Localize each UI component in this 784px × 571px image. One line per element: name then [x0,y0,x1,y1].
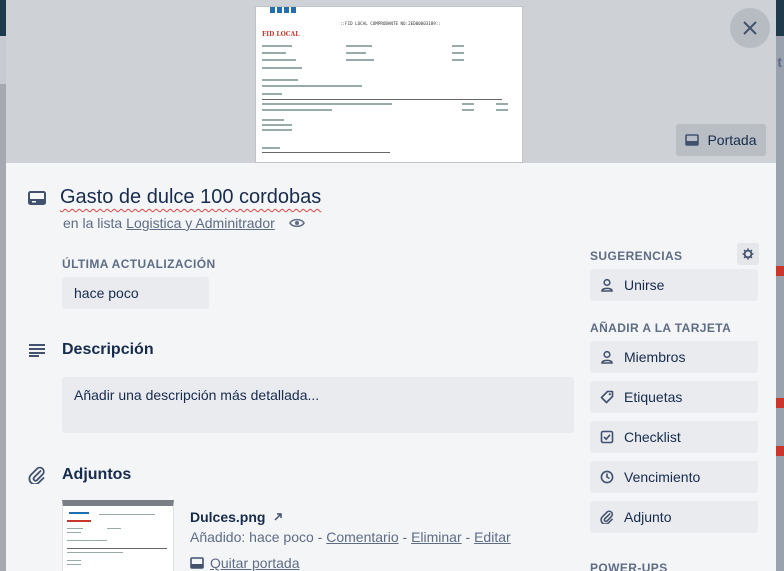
list-link[interactable]: Logistica y Adminitrador [126,215,275,231]
checklist-button[interactable]: Checklist [590,421,758,453]
attachment-name-row: Dulces.png [190,509,283,525]
members-label: Miembros [624,349,686,365]
remove-cover-link[interactable]: Quitar portada [210,555,300,571]
cover-button-label: Portada [707,132,757,148]
remove-cover-row: Quitar portada [190,555,300,571]
card-title[interactable]: Gasto de dulce 100 cordobas [60,186,321,209]
attachment-label: Adjunto [624,509,672,525]
list-prefix: en la lista [63,215,123,231]
paperclip-icon [600,510,614,524]
cover-image[interactable]: FID LOCAL ::FID LOCAL COMPROBANTE NO:2ED… [255,6,523,163]
due-date-button[interactable]: Vencimiento [590,461,758,493]
checklist-label: Checklist [624,429,681,445]
attachment-delete-link[interactable]: Eliminar [411,529,462,545]
join-label: Unirse [624,277,665,293]
description-lines-icon [29,344,45,357]
card-list-info: en la lista Logistica y Adminitrador [63,215,305,231]
tag-icon [600,390,614,404]
description-heading: Descripción [62,341,154,358]
labels-button[interactable]: Etiquetas [590,381,758,413]
last-update-value: hace poco [62,277,209,309]
join-button[interactable]: Unirse [590,269,758,301]
attachment-comment-link[interactable]: Comentario [326,529,398,545]
attachments-header: Adjuntos [28,466,131,484]
card-cover: FID LOCAL ::FID LOCAL COMPROBANTE NO:2ED… [6,0,776,163]
description-header: Descripción [28,341,154,359]
card-icon [685,134,700,146]
attachment-edit-link[interactable]: Editar [474,529,511,545]
attachment-button[interactable]: Adjunto [590,501,758,533]
card-icon [190,557,204,569]
checklist-icon [600,430,614,444]
due-date-label: Vencimiento [624,469,701,485]
paperclip-icon [28,466,45,484]
description-input[interactable]: Añadir una descripción más detallada... [62,377,574,433]
cover-button[interactable]: Portada [676,124,766,156]
external-arrow-icon[interactable] [273,512,283,522]
card-icon [28,190,46,205]
watch-button[interactable] [288,217,305,229]
doc-title: ::FID LOCAL COMPROBANTE NO:2ED00003189:: [340,21,441,26]
labels-label: Etiquetas [624,389,683,405]
board-ghost-text: t [777,54,782,70]
clock-icon [600,470,614,484]
person-icon [601,278,613,292]
card-title-row: Gasto de dulce 100 cordobas [28,186,321,209]
attachments-heading: Adjuntos [62,466,132,483]
person-icon [601,350,613,364]
attachment-added-prefix: Añadido: [190,529,246,545]
close-icon [743,21,757,35]
eye-icon [288,218,305,228]
attachment-meta: Añadido: hace poco - Comentario - Elimin… [190,529,511,545]
add-to-card-label: AÑADIR A LA TARJETA [590,321,732,335]
powerups-label: POWER-UPS [590,561,668,571]
doc-logo-text: FID LOCAL [262,31,300,38]
attachment-added-time: hace poco [249,529,314,545]
suggestions-settings-button[interactable] [737,243,759,265]
board-label-marker [776,398,784,408]
close-button[interactable] [730,8,770,48]
board-label-marker [776,266,784,276]
members-button[interactable]: Miembros [590,341,758,373]
suggestions-label: SUGERENCIAS [590,249,683,263]
last-update-label: ÚLTIMA ACTUALIZACIÓN [62,257,216,271]
board-label-marker [776,446,784,456]
gear-icon [742,248,754,260]
attachment-name[interactable]: Dulces.png [190,509,265,525]
attachment-thumbnail[interactable] [62,500,174,571]
card-detail-modal: FID LOCAL ::FID LOCAL COMPROBANTE NO:2ED… [6,0,776,571]
